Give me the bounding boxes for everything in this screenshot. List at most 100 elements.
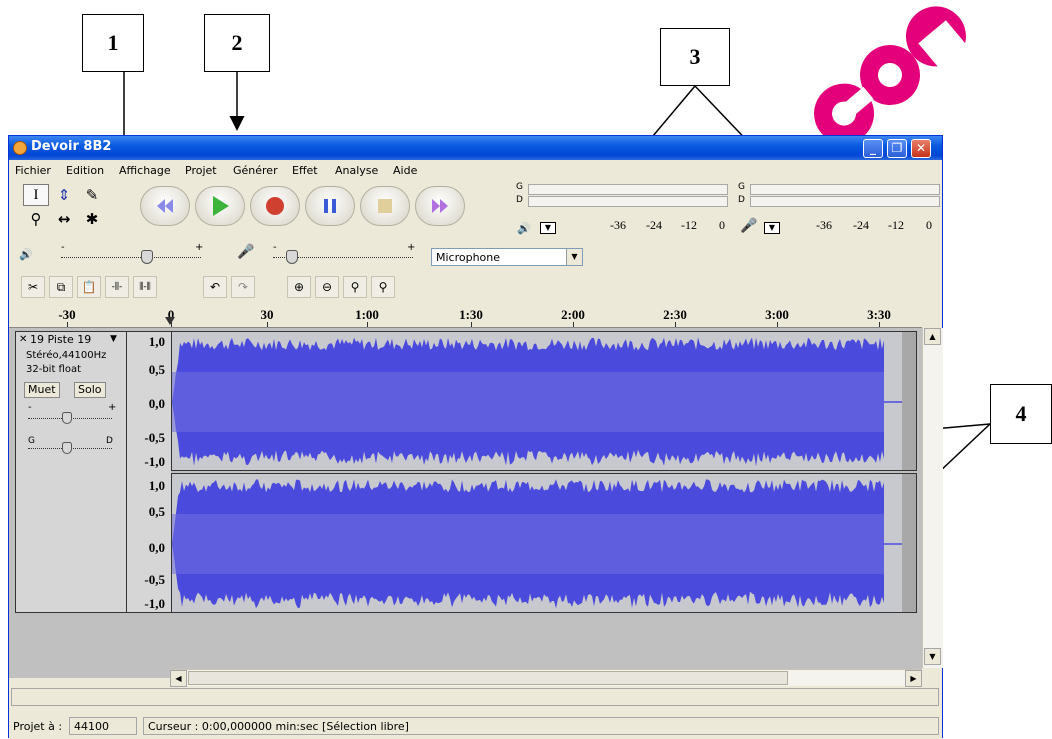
project-rate-label: Projet à : [13,720,63,733]
output-meter-menu-icon[interactable]: ▼ [540,222,556,234]
play-icon [213,196,229,216]
waveform-rms [172,514,884,574]
copy-button[interactable]: ⧉ [49,276,73,298]
solo-button[interactable]: Solo [74,382,106,398]
scroll-left-button[interactable]: ◀ [170,670,187,687]
zoom-in-button[interactable]: ⊕ [287,276,311,298]
timeshift-tool[interactable]: ↔ [51,208,77,230]
pause-button[interactable] [305,186,355,226]
menu-projet[interactable]: Projet [185,164,217,177]
pan-right-label: D [106,436,113,446]
input-meter-menu-icon[interactable]: ▼ [764,222,780,234]
timeline-ruler[interactable]: -30 0 30 1:00 1:30 2:00 2:30 3:00 3:30 [9,306,922,328]
output-volume-minus: - [61,242,65,253]
right-channel-waveform[interactable] [171,473,917,613]
track-close-button[interactable]: ✕ [19,334,27,345]
input-tick-12: -12 [888,218,904,232]
callout-4: 4 [990,384,1052,444]
ruler-label: 2:00 [561,307,585,322]
fit-project-button[interactable]: ⚲ [371,276,395,298]
waveform-end-band [902,474,916,612]
chevron-down-icon[interactable]: ▼ [566,249,582,265]
close-button[interactable]: ✕ [911,139,931,158]
output-tick-24: -24 [646,218,662,232]
project-rate-input[interactable]: 44100 [69,717,137,735]
track-name-button[interactable]: 19 Piste 19 [30,333,91,346]
output-volume-icon: 🔊 [19,248,33,261]
horizontal-scrollbar[interactable]: ◀ ▶ [170,669,922,687]
minimize-button[interactable]: _ [863,139,883,158]
envelope-tool[interactable]: ⇕ [51,184,77,206]
menu-effet[interactable]: Effet [292,164,318,177]
mute-button[interactable]: Muet [24,382,60,398]
scroll-down-button[interactable]: ▼ [924,648,941,665]
restore-button[interactable]: ❐ [887,139,907,158]
stop-icon [378,199,392,213]
pause-icon [324,199,336,213]
pan-left-label: G [28,436,35,446]
window-title: Devoir 8B2 [31,139,112,154]
track-area: ✕ 19 Piste 19 ▼ Stéréo,44100Hz 32-bit fl… [9,328,922,678]
silence-button[interactable]: ⫼-⫼ [133,276,157,298]
selection-tool[interactable]: I [23,184,49,206]
input-volume-icon: 🎤 [237,244,255,260]
paste-button[interactable]: 📋 [77,276,101,298]
stop-button[interactable] [360,186,410,226]
input-source-value: Microphone [436,251,501,264]
menu-aide[interactable]: Aide [393,164,417,177]
gain-plus-label: + [108,402,117,413]
pan-slider[interactable] [62,442,72,454]
menu-affichage[interactable]: Affichage [119,164,171,177]
cursor-status-text: Curseur : 0:00,000000 min:sec [Sélection… [148,720,409,733]
undo-button[interactable]: ↶ [203,276,227,298]
ruler-tick [879,322,880,327]
left-channel-waveform[interactable] [171,331,917,471]
record-button[interactable] [250,186,300,226]
microphone-icon: 🎤 [740,218,758,234]
ruler-label: 1:00 [355,307,379,322]
menu-generer[interactable]: Générer [233,164,278,177]
draw-tool[interactable]: ✎ [79,184,105,206]
skip-end-button[interactable] [415,186,465,226]
menu-analyse[interactable]: Analyse [335,164,378,177]
status-bar: Projet à : 44100 Curseur : 0:00,000000 m… [9,711,942,739]
scroll-right-button[interactable]: ▶ [905,670,922,687]
callout-1: 1 [82,14,144,72]
menu-fichier[interactable]: Fichier [15,164,51,177]
callout-3-label: 3 [689,44,701,69]
callout-2-label: 2 [231,30,243,55]
input-meter-right-bar [750,196,940,207]
output-meter[interactable]: G D 🔊 ▼ -36 -24 -12 0 [514,182,732,242]
skip-start-button[interactable] [140,186,190,226]
output-meter-right-bar [528,196,728,207]
ruler-label: 3:30 [867,307,891,322]
menu-edition[interactable]: Edition [66,164,104,177]
scroll-up-button[interactable]: ▲ [924,328,941,345]
play-button[interactable] [195,186,245,226]
callout-4-label: 4 [1015,401,1027,426]
zoom-tool[interactable]: ⚲ [23,208,49,230]
ruler-tick [471,322,472,327]
title-bar[interactable]: Devoir 8B2 _ ❐ ✕ [9,136,942,160]
output-volume-track[interactable] [61,257,201,258]
callout-1-label: 1 [107,30,119,55]
track-menu-icon[interactable]: ▼ [110,334,117,344]
output-volume-slider[interactable] [141,250,154,264]
gain-slider[interactable] [62,412,72,424]
vertical-scrollbar[interactable]: ▲ ▼ [922,328,943,668]
redo-button[interactable]: ↷ [231,276,255,298]
multi-tool[interactable]: ✱ [79,208,105,230]
toolbar-area: I ⇕ ✎ ⚲ ↔ ✱ G D 🔊 ▼ -36 -24 -12 0 G D 🎤 … [9,180,942,306]
trim-button[interactable]: -⫼- [105,276,129,298]
project-rate-value: 44100 [74,720,109,733]
input-source-select[interactable]: Microphone ▼ [431,248,583,266]
cursor-status: Curseur : 0:00,000000 min:sec [Sélection… [143,717,939,735]
scale-label: -0,5 [144,430,165,445]
input-volume-slider[interactable] [286,250,299,264]
input-meter[interactable]: G D 🎤 ▼ -36 -24 -12 0 [736,182,941,242]
horizontal-scroll-thumb[interactable] [188,671,788,685]
zoom-out-button[interactable]: ⊖ [315,276,339,298]
cut-button[interactable]: ✂ [21,276,45,298]
skip-start-icon [157,199,173,213]
fit-selection-button[interactable]: ⚲ [343,276,367,298]
